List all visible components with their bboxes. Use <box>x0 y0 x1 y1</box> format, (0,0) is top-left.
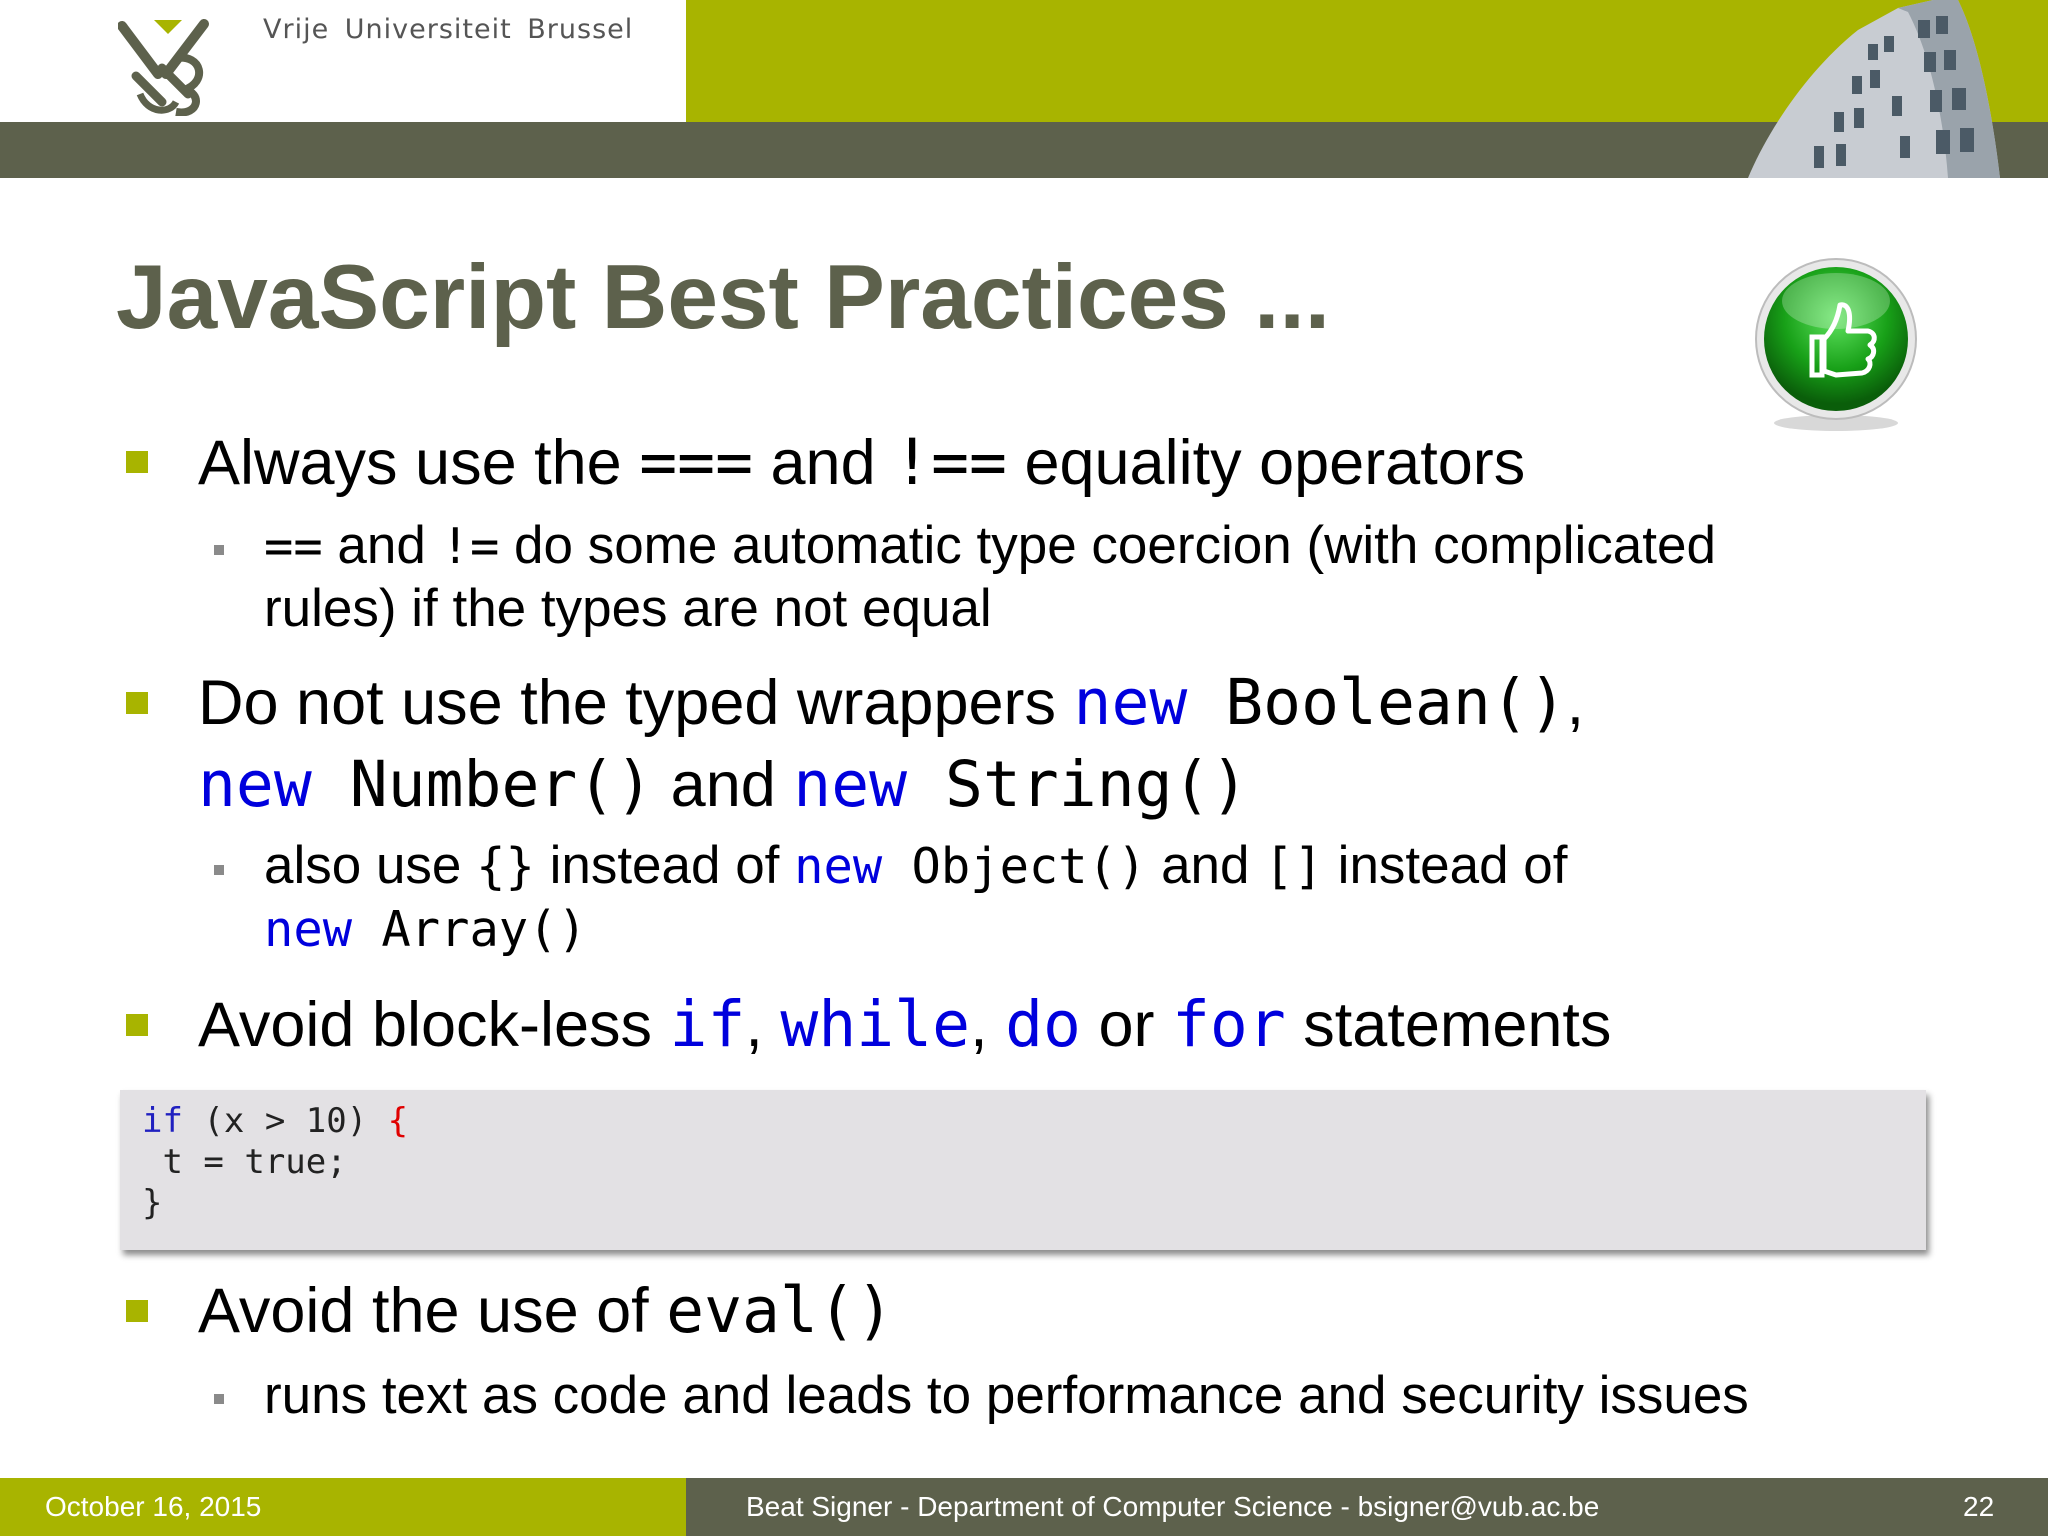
slide-title: JavaScript Best Practices ... <box>116 247 1331 348</box>
code-keyword: while <box>780 988 971 1061</box>
text-run: instead of <box>534 836 795 895</box>
bullet-marker <box>126 451 148 473</box>
text-run: or <box>1080 990 1172 1060</box>
bullet-2-text: Do not use the typed wrappers new Boolea… <box>198 666 1585 739</box>
text-run: Always use the <box>198 428 640 498</box>
code-operator: === <box>639 426 754 499</box>
code-keyword: new <box>1073 666 1188 739</box>
text-run: instead of <box>1322 836 1568 895</box>
code-brace: { <box>387 1101 409 1141</box>
code-keyword: new <box>794 839 883 895</box>
bullet-1-text: Always use the === and !== equality oper… <box>198 426 1526 499</box>
sub-bullet-marker <box>214 1394 224 1404</box>
bullet-marker <box>126 692 148 714</box>
bullet-2-text-line-2: new Number() and new String() <box>198 748 1249 821</box>
bullet-4-text: Avoid the use of eval() <box>198 1274 894 1347</box>
code-block: if (x > 10) { t = true; } <box>120 1090 1926 1250</box>
sub-bullet-marker <box>214 545 224 555</box>
bullet-marker <box>126 1014 148 1036</box>
code-operator: != <box>440 519 500 575</box>
text-run: , <box>745 990 781 1060</box>
code-text: (x > 10) <box>182 1101 388 1141</box>
code-keyword: for <box>1171 988 1286 1061</box>
code-text: Array() <box>352 902 587 958</box>
text-run: do some automatic type coercion (with co… <box>499 516 1716 575</box>
text-run: and <box>322 516 441 575</box>
text-run: Avoid block-less <box>198 990 670 1060</box>
code-keyword: if <box>142 1101 183 1141</box>
code-text: Boolean() <box>1187 666 1567 739</box>
code-text: [] <box>1264 839 1323 895</box>
page-number: 22 <box>1963 1491 1995 1522</box>
text-run: , <box>1566 668 1585 738</box>
code-text: Number() <box>311 748 654 821</box>
bullet-marker <box>126 1300 148 1322</box>
footer-date: October 16, 2015 <box>45 1491 262 1522</box>
text-run: Do not use the typed wrappers <box>198 668 1074 738</box>
code-keyword: new <box>793 748 908 821</box>
code-keyword: new <box>264 902 353 958</box>
thumbs-up-icon <box>1755 258 1917 431</box>
footer-author: Beat Signer - Department of Computer Sci… <box>746 1491 1600 1522</box>
code-keyword: if <box>669 988 746 1061</box>
code-text: eval() <box>666 1274 894 1347</box>
bullet-3-text: Avoid block-less if, while, do or for st… <box>198 988 1612 1061</box>
bullet-2-subtext: also use {} instead of new Object() and … <box>264 834 1568 898</box>
code-text: String() <box>907 748 1249 821</box>
bullet-1-subtext-line-2: rules) if the types are not equal <box>264 579 992 638</box>
text-run: and <box>753 428 894 498</box>
sub-bullet-marker <box>214 865 224 875</box>
code-operator: == <box>264 519 323 575</box>
header-band <box>0 122 2048 178</box>
university-name: Vrije Universiteit Brussel <box>263 14 634 45</box>
text-run: equality operators <box>1006 428 1526 498</box>
vub-logo-icon <box>118 19 209 116</box>
code-keyword: new <box>198 748 312 821</box>
text-run: also use <box>264 836 477 895</box>
text-run: statements <box>1285 990 1612 1060</box>
text-run: , <box>970 990 1006 1060</box>
code-text: {} <box>476 839 535 895</box>
code-line-2: t = true; <box>142 1142 347 1182</box>
code-text: Object() <box>882 839 1147 895</box>
bullet-2-subtext-line-2: new Array() <box>264 897 587 961</box>
bullet-4-subtext: runs text as code and leads to performan… <box>264 1366 1749 1425</box>
text-run: and <box>653 750 794 820</box>
code-keyword: do <box>1005 988 1081 1061</box>
code-line-3: } <box>142 1183 163 1223</box>
text-run: and <box>1146 836 1265 895</box>
bullet-1-subtext: == and != do some automatic type coercio… <box>264 514 1716 578</box>
building-photo-icon <box>1748 0 2000 178</box>
text-run: Avoid the use of <box>198 1276 667 1346</box>
code-line-1: if (x > 10) { <box>142 1104 408 1138</box>
code-operator: !== <box>893 426 1007 499</box>
